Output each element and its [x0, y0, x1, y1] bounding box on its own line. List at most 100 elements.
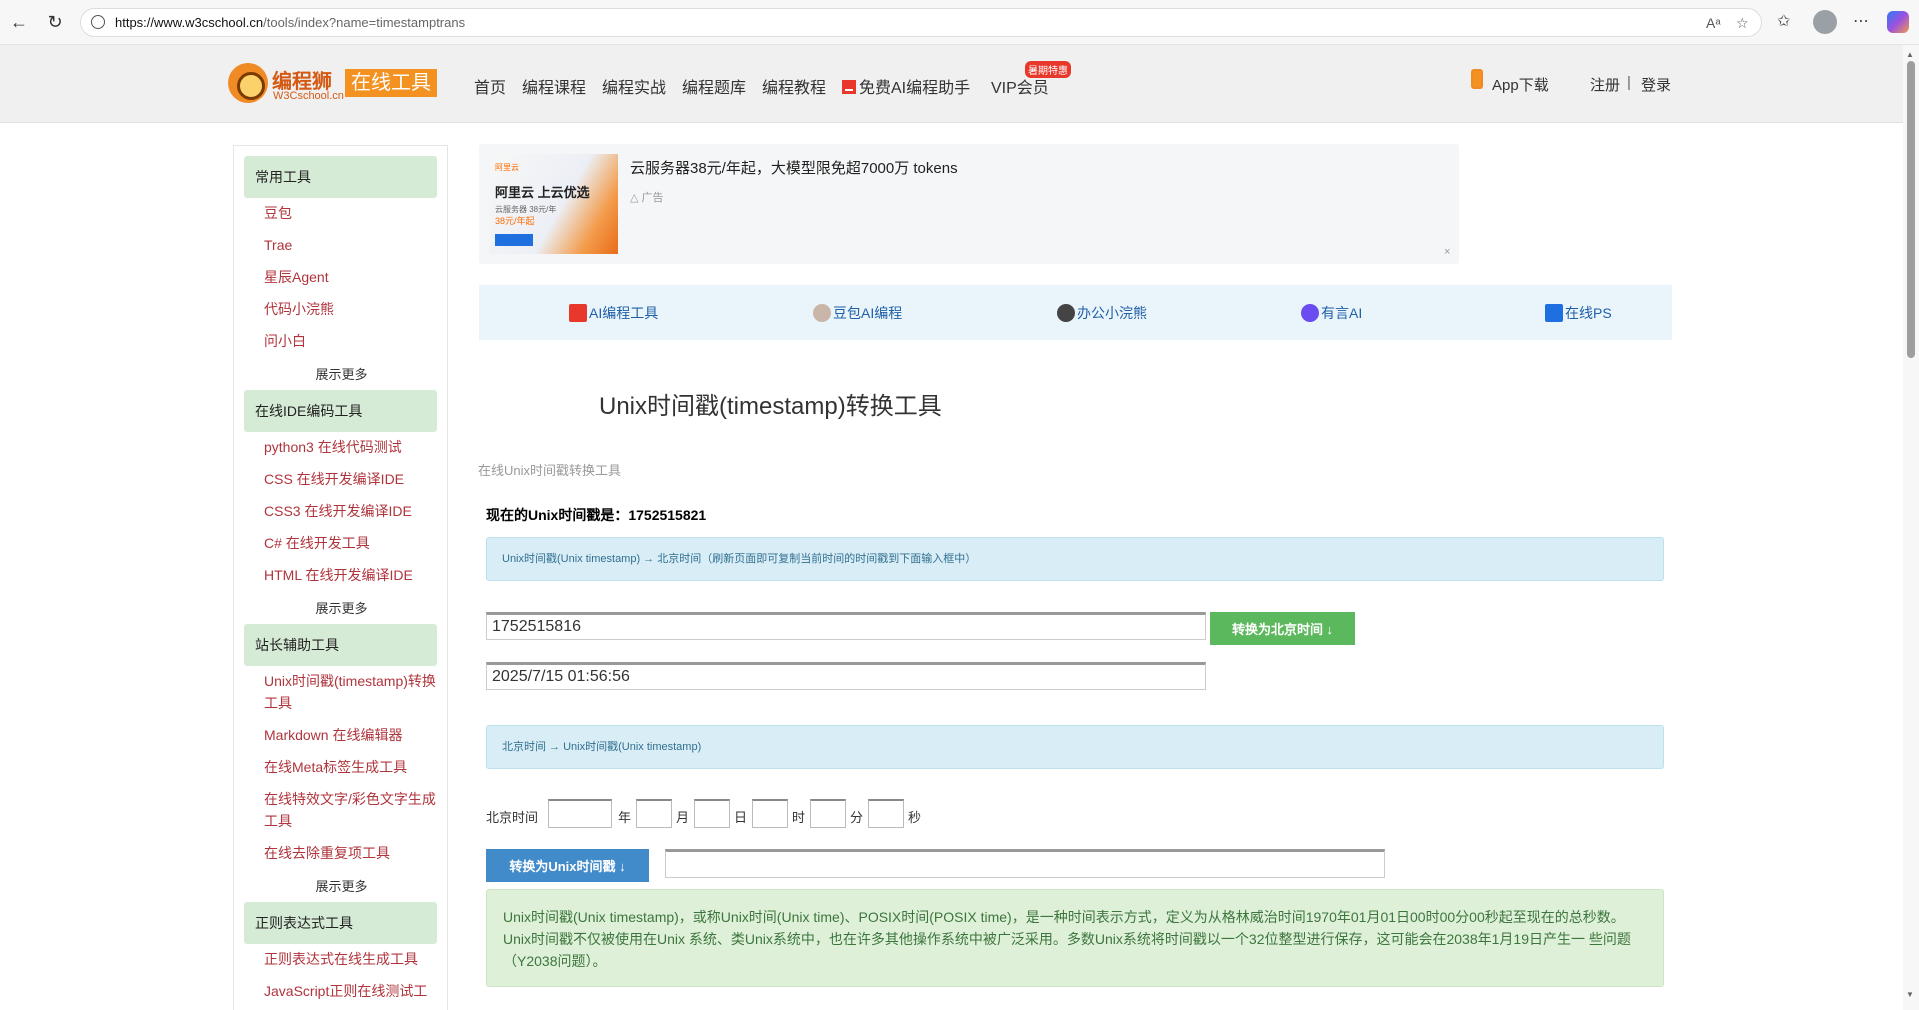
sidebar-item-meta[interactable]: 在线Meta标签生成工具	[264, 756, 439, 778]
page-subtitle: 在线Unix时间戳转换工具	[478, 463, 622, 478]
year-unit: 年	[618, 810, 632, 825]
timestamp-input[interactable]	[486, 612, 1206, 640]
app-download-link[interactable]: App下载	[1492, 74, 1549, 95]
day-input[interactable]	[694, 799, 730, 828]
current-timestamp-label: 现在的Unix时间戳是：	[486, 507, 629, 523]
ad-image-headline: 阿里云 上云优选	[495, 185, 590, 200]
doubao-avatar-icon	[813, 304, 831, 322]
sidebar-item-trae[interactable]: Trae	[264, 234, 439, 256]
sidebar-item-regex-gen[interactable]: 正则表达式在线生成工具	[264, 948, 439, 970]
vip-promo-badge: 暑期特惠	[1025, 61, 1071, 78]
auth-separator: |	[1627, 74, 1631, 91]
ai-tools-icon	[569, 304, 587, 322]
sidebar-item-css-ide[interactable]: CSS 在线开发编译IDE	[264, 468, 439, 490]
nav-ai-assistant[interactable]: 免费AI编程助手	[842, 74, 970, 98]
unix-timestamp-result[interactable]	[665, 849, 1385, 878]
sidebar-item-css3-ide[interactable]: CSS3 在线开发编译IDE	[264, 500, 439, 522]
site-header: 编程狮 W3Cschool.cn 在线工具 首页 编程课程 编程实战 编程题库 …	[0, 45, 1903, 123]
sidebar-section-ide[interactable]: 在线IDE编码工具	[244, 390, 437, 432]
nav-home[interactable]: 首页	[474, 74, 506, 98]
logo-subtitle: W3Cschool.cn	[273, 90, 344, 102]
sidebar-item-effect-text[interactable]: 在线特效文字/彩色文字生成工具	[264, 788, 439, 832]
scrollbar-thumb[interactable]	[1907, 61, 1915, 358]
ad-banner[interactable]: 阿里云 阿里云 上云优选 云服务器 38元/年 38元/年起 云服务器38元/年…	[479, 144, 1459, 264]
nav-tutorials[interactable]: 编程教程	[762, 74, 826, 98]
ad-info-icon: △	[630, 192, 642, 204]
favorite-star-icon[interactable]: ☆	[1736, 15, 1749, 32]
read-aloud-icon[interactable]: Aᵃ	[1706, 15, 1721, 31]
sidebar-item-markdown[interactable]: Markdown 在线编辑器	[264, 724, 439, 746]
quick-link-label: 在线PS	[1565, 305, 1612, 321]
hour-input[interactable]	[752, 799, 788, 828]
convert-to-unix-button[interactable]: 转换为Unix时间戳 ↓	[486, 849, 649, 882]
info-beijing-to-unix: 北京时间 → Unix时间戳(Unix timestamp)	[486, 725, 1664, 769]
nav-courses[interactable]: 编程课程	[522, 74, 586, 98]
youyan-icon	[1301, 304, 1319, 322]
sidebar-item-xingchen-agent[interactable]: 星辰Agent	[264, 266, 439, 288]
back-icon[interactable]: ←	[8, 11, 30, 33]
sidebar-item-wenxiaobai[interactable]: 问小白	[264, 330, 439, 352]
show-more-common[interactable]: 展示更多	[234, 364, 447, 383]
quick-link-label: 有言AI	[1321, 305, 1363, 321]
beijing-time-result[interactable]	[486, 662, 1206, 690]
lion-logo-icon[interactable]	[228, 63, 268, 103]
sidebar-section-common[interactable]: 常用工具	[244, 156, 437, 198]
ps-icon	[1545, 304, 1563, 322]
quick-links-bar: AI编程工具 豆包AI编程 办公小浣熊 有言AI 在线PS	[479, 285, 1672, 340]
nav-practice[interactable]: 编程实战	[602, 74, 666, 98]
sidebar-item-doubao[interactable]: 豆包	[264, 202, 439, 224]
quick-link-label: 豆包AI编程	[833, 305, 903, 321]
login-link[interactable]: 登录	[1641, 74, 1671, 95]
phone-icon[interactable]	[1471, 69, 1483, 89]
ad-label-text: 广告	[641, 192, 664, 204]
sidebar-item-python3[interactable]: python3 在线代码测试	[264, 436, 439, 458]
nav-questions[interactable]: 编程题库	[682, 74, 746, 98]
url-text[interactable]: https://www.w3cschool.cn/tools/index?nam…	[115, 15, 465, 30]
more-menu-icon[interactable]: ⋯	[1853, 11, 1869, 31]
favorites-icon[interactable]: ✩	[1777, 11, 1790, 31]
sidebar-item-code-raccoon[interactable]: 代码小浣熊	[264, 298, 439, 320]
sidebar-item-unix-timestamp[interactable]: Unix时间戳(timestamp)转换工具	[264, 670, 439, 714]
sidebar-item-dedupe[interactable]: 在线去除重复项工具	[264, 842, 439, 864]
address-bar[interactable]: https://www.w3cschool.cn/tools/index?nam…	[80, 8, 1762, 37]
month-unit: 月	[676, 810, 690, 825]
refresh-icon[interactable]: ↻	[44, 11, 66, 33]
minute-unit: 分	[850, 810, 864, 825]
sidebar-section-webmaster[interactable]: 站长辅助工具	[244, 624, 437, 666]
sidebar-item-csharp[interactable]: C# 在线开发工具	[264, 532, 439, 554]
second-unit: 秒	[908, 810, 922, 825]
quick-link-raccoon[interactable]: 办公小浣熊	[1057, 303, 1147, 323]
quick-link-doubao[interactable]: 豆包AI编程	[813, 303, 902, 323]
second-input[interactable]	[868, 799, 904, 828]
tools-tag[interactable]: 在线工具	[345, 69, 437, 97]
ad-close-icon[interactable]: ×	[1444, 246, 1450, 258]
quick-link-ai-tools[interactable]: AI编程工具	[569, 303, 658, 323]
quick-link-label: 办公小浣熊	[1077, 305, 1147, 321]
show-more-ide[interactable]: 展示更多	[234, 598, 447, 617]
copilot-icon[interactable]	[1887, 11, 1909, 33]
ad-label: △ 广告	[630, 189, 664, 205]
sidebar-item-js-regex[interactable]: JavaScript正则在线测试工	[264, 980, 439, 1002]
quick-link-ps[interactable]: 在线PS	[1545, 303, 1612, 323]
year-input[interactable]	[548, 799, 612, 828]
quick-link-youyan[interactable]: 有言AI	[1301, 303, 1362, 323]
sidebar-section-regex[interactable]: 正则表达式工具	[244, 902, 437, 944]
minute-input[interactable]	[810, 799, 846, 828]
convert-to-beijing-button[interactable]: 转换为北京时间 ↓	[1210, 612, 1355, 645]
sidebar-item-html-ide[interactable]: HTML 在线开发编译IDE	[264, 564, 439, 586]
ad-image[interactable]: 阿里云 阿里云 上云优选 云服务器 38元/年 38元/年起	[489, 154, 618, 254]
ad-title[interactable]: 云服务器38元/年起，大模型限免超7000万 tokens	[630, 157, 958, 178]
scroll-down-icon[interactable]: ▼	[1906, 990, 1914, 999]
info-unix-to-beijing: Unix时间戳(Unix timestamp) → 北京时间（刷新页面即可复制当…	[486, 537, 1664, 581]
ad-image-button	[495, 234, 533, 246]
site-info-icon[interactable]	[91, 15, 105, 29]
timestamp-description: Unix时间戳(Unix timestamp)，或称Unix时间(Unix ti…	[486, 889, 1664, 987]
current-timestamp: 现在的Unix时间戳是：1752515821	[486, 505, 706, 525]
month-input[interactable]	[636, 799, 672, 828]
register-link[interactable]: 注册	[1590, 74, 1620, 95]
raccoon-icon	[1057, 304, 1075, 322]
scroll-up-icon[interactable]: ▲	[1906, 50, 1914, 59]
show-more-webmaster[interactable]: 展示更多	[234, 876, 447, 895]
profile-avatar[interactable]	[1813, 10, 1837, 34]
ad-image-brand: 阿里云	[495, 163, 519, 172]
